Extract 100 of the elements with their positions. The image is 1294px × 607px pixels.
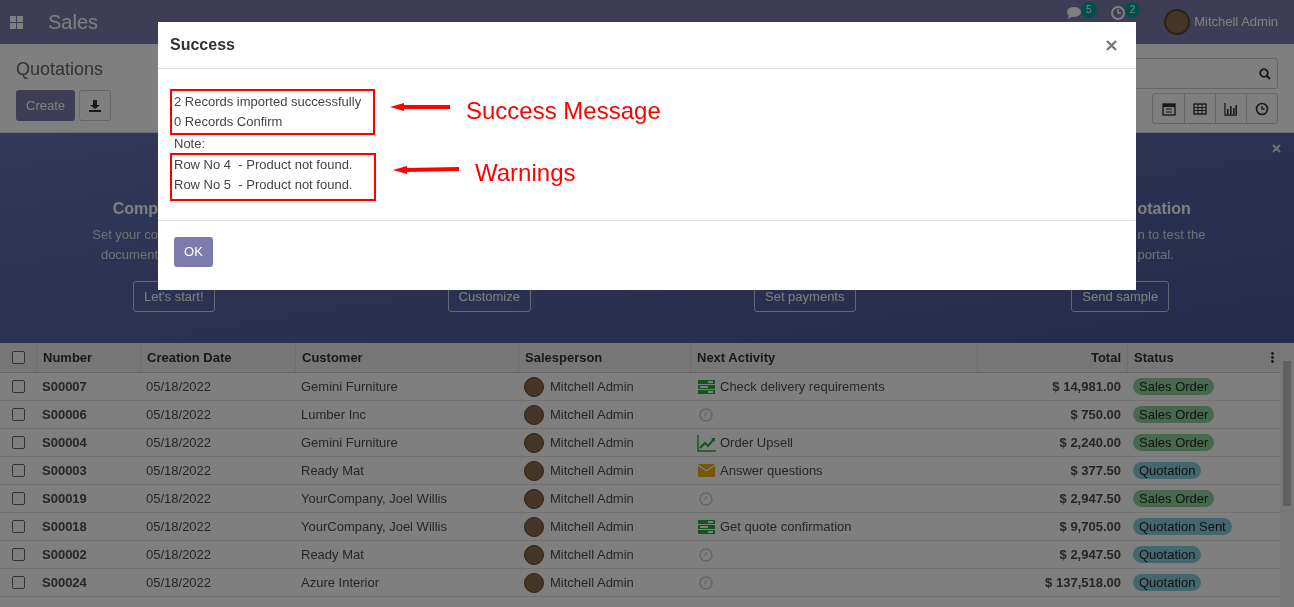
activity-link[interactable]: Get quote confirmation (720, 516, 852, 537)
table-cell-text: S00019 (42, 489, 87, 508)
table-cell-text: Azure Interior (301, 573, 380, 592)
table-cell-text: 05/18/2022 (146, 377, 212, 396)
activities-button[interactable] (1110, 6, 1125, 20)
table-cell-text: $ 2,240.00 (1059, 433, 1121, 452)
warning-text: Row No 4 - Product not found. (174, 156, 354, 174)
table-cell-text: S00002 (42, 545, 87, 564)
arrow (390, 103, 450, 111)
chat-icon (1067, 7, 1082, 19)
table-cell-text: Gemini Furniture (301, 433, 398, 452)
messages-button[interactable] (1067, 7, 1082, 19)
checkbox[interactable] (11, 492, 25, 505)
status-tag: Quotation (1133, 462, 1202, 479)
column-header[interactable]: Number (43, 347, 93, 368)
list-icon (697, 519, 715, 534)
page-title: Quotations (16, 58, 105, 80)
status-tag: Quotation (1133, 546, 1202, 563)
table-cell-text: Ready Mat (301, 545, 364, 564)
checkbox[interactable] (11, 520, 25, 533)
app-title: Sales (48, 10, 99, 35)
checkbox[interactable] (11, 576, 25, 589)
status-tag: Sales Order (1133, 378, 1215, 395)
user-name[interactable]: Mitchell Admin (1194, 12, 1278, 32)
scrollbar[interactable] (1280, 343, 1294, 607)
more-icon (1271, 352, 1274, 363)
note-label: Note: (173, 135, 207, 153)
table-cell-text: Mitchell Admin (550, 377, 634, 396)
column-header[interactable]: Salesperson (525, 347, 603, 368)
step-title: otation (1136, 199, 1192, 219)
table-cell-text: $ 137,518.00 (1045, 573, 1121, 592)
table-cell-text: Mitchell Admin (550, 573, 634, 592)
status-tag: Sales Order (1133, 490, 1215, 507)
table-cell-text: S00003 (42, 461, 87, 480)
table-cell-text: Mitchell Admin (550, 545, 634, 564)
user-avatar (524, 460, 544, 481)
count-badge: 2 (1124, 2, 1141, 18)
table-cell-text: S00024 (42, 573, 87, 592)
checkbox[interactable] (11, 436, 25, 449)
table-cell-text: $ 2,947.50 (1059, 545, 1121, 564)
list-icon (697, 379, 715, 394)
checkbox[interactable] (11, 548, 25, 561)
table-cell-text: Mitchell Admin (550, 405, 634, 424)
table-cell-text: $ 2,947.50 (1059, 489, 1121, 508)
checkbox[interactable] (11, 351, 25, 364)
checkbox[interactable] (11, 380, 25, 393)
table-cell-text: 05/18/2022 (146, 489, 212, 508)
clock-icon (699, 407, 713, 422)
message-text: 2 Records imported successfully (174, 93, 363, 111)
user-avatar (524, 488, 544, 509)
download-icon (89, 99, 102, 112)
table-cell-text: $ 9,705.00 (1059, 517, 1121, 536)
status-tag: Quotation (1133, 574, 1202, 591)
line-chart-icon (696, 433, 716, 452)
column-header[interactable]: Total (1090, 347, 1121, 368)
table-cell-text: S00018 (42, 517, 87, 536)
table-cell-text: Mitchell Admin (550, 461, 634, 480)
step-text: Set your co (91, 226, 158, 244)
status-tag: Sales Order (1133, 406, 1215, 423)
message-text: 0 Records Confirm (174, 113, 284, 131)
count-badge: 5 (1081, 2, 1097, 18)
table-cell-text: Gemini Furniture (301, 377, 398, 396)
table-cell-text: Ready Mat (301, 461, 364, 480)
table-cell-text: 05/18/2022 (146, 461, 212, 480)
column-header[interactable]: Status (1134, 347, 1174, 368)
table-cell-text: Mitchell Admin (550, 433, 634, 452)
table-cell-text: 05/18/2022 (146, 573, 212, 592)
annotation-label: Warnings (475, 158, 576, 188)
table-cell-text: $ 14,981.00 (1052, 377, 1121, 396)
column-header[interactable]: Customer (302, 347, 363, 368)
table-icon (1193, 101, 1207, 116)
clock-icon (699, 575, 713, 590)
activity-link[interactable]: Check delivery requirements (720, 376, 885, 397)
table-cell-text: S00007 (42, 377, 87, 396)
close-button[interactable] (1104, 38, 1118, 52)
table-cell-text: 05/18/2022 (146, 517, 212, 536)
download-button[interactable] (79, 90, 112, 121)
step-title: Comp (111, 199, 158, 219)
checkbox[interactable] (11, 408, 25, 421)
table-cell-text: Mitchell Admin (550, 489, 634, 508)
create-button[interactable]: Create (16, 90, 76, 121)
envelope-icon (697, 464, 715, 477)
step-text: portal. (1136, 246, 1175, 264)
step-text: document (99, 246, 158, 264)
search-icon (1259, 67, 1271, 80)
status-tag: Sales Order (1133, 434, 1215, 451)
user-avatar (1164, 9, 1191, 35)
table-cell-text: Mitchell Admin (550, 517, 634, 536)
clock-icon (699, 547, 713, 562)
clock-icon (699, 491, 713, 506)
column-header[interactable]: Next Activity (697, 347, 776, 368)
table-cell-text: YourCompany, Joel Willis (301, 489, 447, 508)
column-header[interactable]: Creation Date (147, 347, 232, 368)
activity-link[interactable]: Order Upsell (720, 432, 793, 453)
annotation-label: Success Message (466, 96, 661, 126)
table-cell-text: YourCompany, Joel Willis (301, 517, 447, 536)
user-avatar (524, 572, 544, 593)
ok-button[interactable]: OK (174, 237, 213, 267)
checkbox[interactable] (11, 464, 25, 477)
activity-link[interactable]: Answer questions (720, 460, 823, 481)
